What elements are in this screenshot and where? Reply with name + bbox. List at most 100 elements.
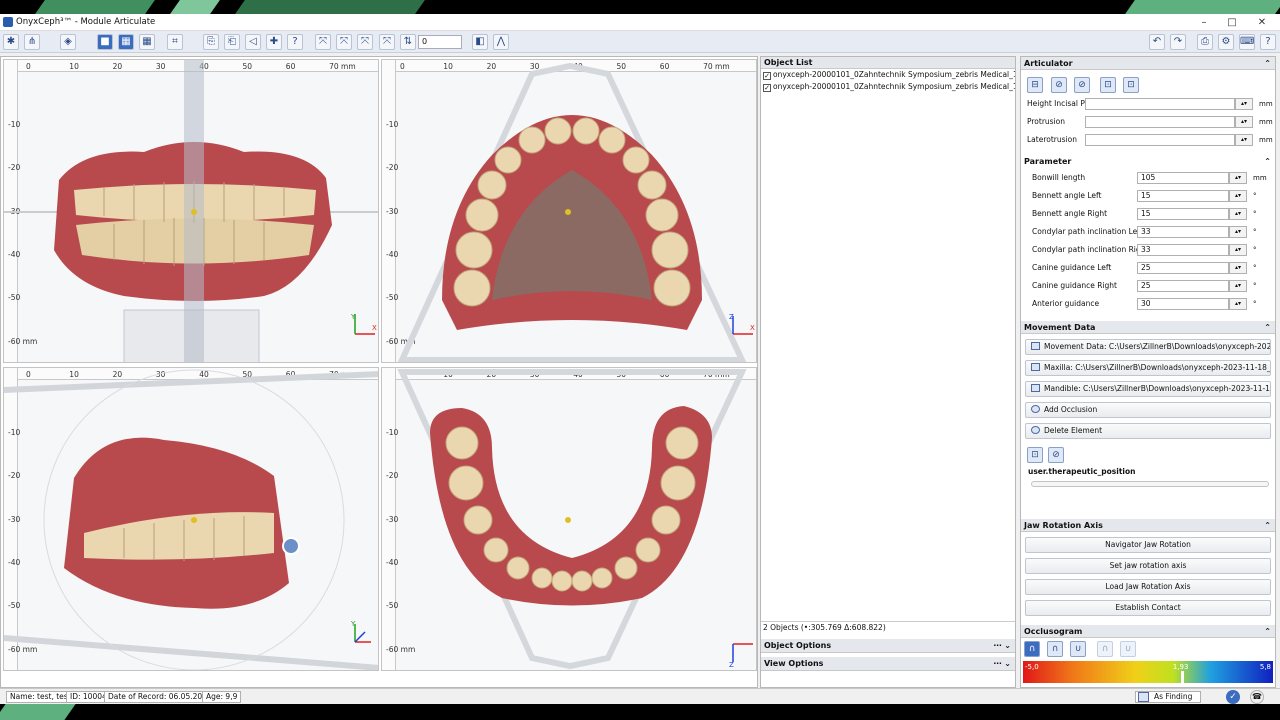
expand-icon[interactable]: ⋯ ⌄ xyxy=(994,639,1012,653)
quad-view-icon[interactable]: ▦ xyxy=(118,34,134,50)
position-slider[interactable] xyxy=(1031,481,1269,487)
viewport-3d[interactable]: 010203040506070 mm -10-20-30-40-50-60 mm… xyxy=(3,367,379,671)
articulator-icon[interactable]: ⊟ xyxy=(1027,77,1043,93)
collapse-icon[interactable]: ⌃ xyxy=(1264,57,1271,70)
record-icon[interactable]: ◧ xyxy=(472,34,488,50)
undo-icon[interactable]: ↶ xyxy=(1149,34,1165,50)
link-2-icon[interactable]: ⊘ xyxy=(1074,77,1090,93)
multi-view-icon[interactable]: ▦ xyxy=(139,34,155,50)
collapse-icon[interactable]: ⌃ xyxy=(1264,155,1271,168)
tag-icon[interactable]: ◁ xyxy=(245,34,261,50)
viewport-upper-occlusal[interactable]: 0 10 20 30 40 50 60 70 mm -10 -20 -30 -40 -50 -60 mm xyxy=(381,59,757,363)
move-tool-2-icon[interactable]: ⤧ xyxy=(336,34,352,50)
layers-icon[interactable]: ⋔ xyxy=(24,34,40,50)
upper-arch-icon[interactable]: ∩ xyxy=(1024,641,1040,657)
delete-element-button[interactable]: Delete Element xyxy=(1025,423,1271,439)
viewport-lower-occlusal[interactable]: 0 10 20 30 40 50 60 70 mm -10 -20 -30 -40 -50 -60 mm xyxy=(381,367,757,671)
spinner-icon[interactable]: ▴▾ xyxy=(1229,226,1247,238)
parameter-input[interactable]: 25 xyxy=(1137,262,1229,274)
jaw-rotation-header[interactable]: Jaw Rotation Axis ⌃ xyxy=(1021,519,1275,532)
checkbox-icon[interactable]: ✓ xyxy=(763,84,771,92)
crop-icon[interactable]: ⌗ xyxy=(167,34,183,50)
mandible-file[interactable]: Mandible: C:\Users\ZillnerB\Downloads\on… xyxy=(1025,381,1271,397)
set-jaw-rotation-axis-button[interactable]: Set jaw rotation axis xyxy=(1025,558,1271,574)
parameter-input[interactable]: 33 xyxy=(1137,244,1229,256)
paste-icon[interactable]: ⎗ xyxy=(224,34,240,50)
field-input[interactable] xyxy=(1085,98,1235,110)
copy-icon[interactable]: ⎘ xyxy=(203,34,219,50)
parameter-input[interactable]: 15 xyxy=(1137,190,1229,202)
collapse-icon[interactable]: ⌃ xyxy=(1264,625,1271,638)
maxilla-file[interactable]: Maxilla: C:\Users\ZillnerB\Downloads\ony… xyxy=(1025,360,1271,376)
checkbox-icon[interactable]: ✓ xyxy=(763,72,771,80)
maximize-button[interactable]: □ xyxy=(1225,16,1239,29)
view-cube-icon[interactable]: ◈ xyxy=(60,34,76,50)
add-occlusion-button[interactable]: Add Occlusion xyxy=(1025,402,1271,418)
movement-data-header[interactable]: Movement Data ⌃ xyxy=(1021,321,1275,334)
help-pointer-icon[interactable]: ? xyxy=(287,34,303,50)
load-jaw-rotation-axis-button[interactable]: Load Jaw Rotation Axis xyxy=(1025,579,1271,595)
confirm-icon[interactable]: ✓ xyxy=(1226,690,1240,704)
spinner-icon[interactable]: ▴▾ xyxy=(1235,116,1253,128)
move-tool-3-icon[interactable]: ⤧ xyxy=(357,34,373,50)
parameter-input[interactable]: 30 xyxy=(1137,298,1229,310)
frame-input[interactable]: 0 xyxy=(418,35,462,49)
mirror-icon[interactable]: ⇅ xyxy=(400,34,416,50)
svg-text:X: X xyxy=(372,324,377,332)
field-input[interactable] xyxy=(1085,116,1235,128)
spinner-icon[interactable]: ▴▾ xyxy=(1229,298,1247,310)
parameter-input[interactable]: 25 xyxy=(1137,280,1229,292)
parameter-input[interactable]: 33 xyxy=(1137,226,1229,238)
arch-icon[interactable]: ∩ xyxy=(1047,641,1063,657)
collapse-icon[interactable]: ⌃ xyxy=(1264,519,1271,532)
establish-contact-button[interactable]: Establish Contact xyxy=(1025,600,1271,616)
spinner-icon[interactable]: ▴▾ xyxy=(1229,190,1247,202)
spinner-icon[interactable]: ▴▾ xyxy=(1229,244,1247,256)
view-options-header[interactable]: View Options ⋯ ⌄ xyxy=(761,657,1015,671)
occlusogram-header[interactable]: Occlusogram ⌃ xyxy=(1021,625,1275,638)
spinner-icon[interactable]: ▴▾ xyxy=(1235,98,1253,110)
gear-icon[interactable]: ⚙ xyxy=(1218,34,1234,50)
add-point-icon[interactable]: ✚ xyxy=(266,34,282,50)
minimize-button[interactable]: – xyxy=(1197,16,1211,29)
single-view-icon[interactable]: ■ xyxy=(97,34,113,50)
lock-icon[interactable]: ⊡ xyxy=(1100,77,1116,93)
object-item[interactable]: ✓ onyxceph-20000101_0Zahntechnik Symposiu… xyxy=(761,81,1015,93)
parameter-input[interactable]: 105 xyxy=(1137,172,1229,184)
articulator-header[interactable]: Articulator ⌃ xyxy=(1021,57,1275,70)
call-icon[interactable]: ☎ xyxy=(1250,690,1264,704)
redo-icon[interactable]: ↷ xyxy=(1170,34,1186,50)
object-item[interactable]: ✓ onyxceph-20000101_0Zahntechnik Symposiu… xyxy=(761,69,1015,81)
move-tool-icon[interactable]: ⤧ xyxy=(315,34,331,50)
lock-icon[interactable]: ⊡ xyxy=(1027,447,1043,463)
move-tool-4-icon[interactable]: ⤧ xyxy=(379,34,395,50)
field-input[interactable] xyxy=(1085,134,1235,146)
link-icon[interactable]: ⊘ xyxy=(1048,447,1064,463)
object-options-header[interactable]: Object Options ⋯ ⌄ xyxy=(761,639,1015,653)
parameter-header[interactable]: Parameter ⌃ xyxy=(1021,155,1275,168)
spinner-icon[interactable]: ▴▾ xyxy=(1229,172,1247,184)
spinner-icon[interactable]: ▴▾ xyxy=(1229,208,1247,220)
spinner-icon[interactable]: ▴▾ xyxy=(1229,280,1247,292)
lock-settings-icon[interactable]: ⊡ xyxy=(1123,77,1139,93)
parameter-input[interactable]: 15 xyxy=(1137,208,1229,220)
spinner-icon[interactable]: ▴▾ xyxy=(1229,262,1247,274)
expand-icon[interactable]: ⋯ ⌄ xyxy=(994,657,1012,671)
settings-tool-icon[interactable]: ✱ xyxy=(3,34,19,50)
occlusion-icon[interactable]: ⋀ xyxy=(493,34,509,50)
scale-marker[interactable] xyxy=(1180,671,1184,683)
upper-arch-outline-icon[interactable]: ∩ xyxy=(1097,641,1113,657)
spinner-icon[interactable]: ▴▾ xyxy=(1235,134,1253,146)
movement-data-file[interactable]: Movement Data: C:\Users\ZillnerB\Downloa… xyxy=(1025,339,1271,355)
export-icon[interactable]: ⎙ xyxy=(1197,34,1213,50)
svg-text:X: X xyxy=(750,324,755,332)
viewport-front[interactable]: 010203040506070 mm -10-20-30-40-50-60 mm… xyxy=(3,59,379,363)
close-button[interactable]: ✕ xyxy=(1255,16,1269,29)
lower-arch-icon[interactable]: ∪ xyxy=(1070,641,1086,657)
navigator-jaw-rotation-button[interactable]: Navigator Jaw Rotation xyxy=(1025,537,1271,553)
help-icon[interactable]: ? xyxy=(1260,34,1276,50)
keyboard-icon[interactable]: ⌨ xyxy=(1239,34,1255,50)
lower-arch-outline-icon[interactable]: ∪ xyxy=(1120,641,1136,657)
link-icon[interactable]: ⊘ xyxy=(1051,77,1067,93)
collapse-icon[interactable]: ⌃ xyxy=(1264,321,1271,334)
